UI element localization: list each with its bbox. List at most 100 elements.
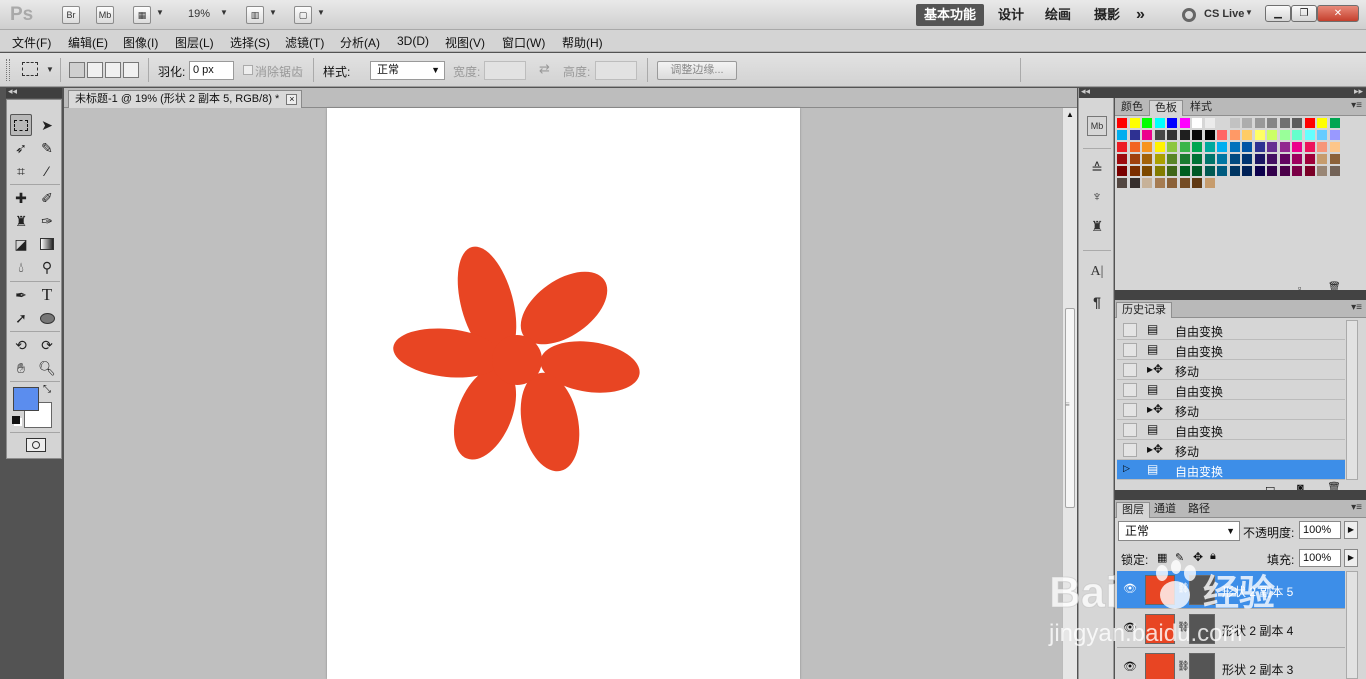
color-swatch[interactable] [1192,178,1203,189]
color-swatch[interactable] [1279,142,1291,153]
collapse-icon[interactable]: ◂◂ [8,86,17,97]
tab-styles[interactable]: 样式 [1185,100,1217,116]
eye-icon[interactable]: 👁︎ [1121,660,1139,674]
add-selection-icon[interactable] [87,62,103,78]
layer-row[interactable]: 👁︎ ⛓ 形状 2 副本 3 [1117,649,1345,679]
history-state[interactable]: ▸✥ 移动 [1117,360,1345,380]
minibridge-button[interactable]: Mb [96,6,114,24]
menu-image[interactable]: 图像(I) [123,34,158,51]
fill-input[interactable]: 100% [1299,549,1341,567]
history-state[interactable]: ▷ ▤ 自由变换 [1117,460,1345,480]
lock-all-icon[interactable]: 🔒︎ [1210,550,1216,563]
history-state[interactable]: ▤ 自由变换 [1117,320,1345,340]
color-swatch[interactable] [1267,118,1278,129]
color-swatch[interactable] [1167,154,1178,165]
color-swatch[interactable] [1179,178,1191,189]
snapshot-source-checkbox[interactable] [1123,383,1137,397]
color-swatch[interactable] [1217,118,1228,129]
chevron-down-icon[interactable]: ▼ [220,8,228,17]
menu-window[interactable]: 窗口(W) [502,34,545,51]
rect-marquee-tool-icon[interactable] [10,114,32,136]
color-swatch[interactable] [1142,118,1153,129]
chevron-right-icon[interactable]: ▶ [1344,549,1358,567]
close-icon[interactable]: × [286,94,298,105]
opacity-input[interactable]: 100% [1299,521,1341,539]
color-swatch[interactable] [1292,118,1303,129]
restore-button[interactable]: ❐ [1291,5,1317,22]
menu-layer[interactable]: 图层(L) [175,34,214,51]
brush-icon[interactable]: ♆ [1087,188,1107,208]
paragraph-icon[interactable]: ¶ [1087,294,1107,314]
clone-stamp-tool-icon[interactable]: ♜ [10,210,32,232]
height-input[interactable] [595,61,637,80]
color-swatch[interactable] [1204,154,1216,165]
zoom-level[interactable]: 19% [188,8,210,20]
new-selection-icon[interactable] [69,62,85,78]
vector-mask-thumbnail[interactable] [1189,614,1215,644]
vector-mask-thumbnail[interactable] [1189,575,1215,605]
color-swatch[interactable] [1317,166,1328,177]
color-swatch[interactable] [1204,130,1216,141]
lock-position-icon[interactable]: ✥ [1193,550,1203,564]
color-swatch[interactable] [1242,166,1253,177]
menu-view[interactable]: 视图(V) [445,34,485,51]
history-state[interactable]: ▸✥ 移动 [1117,400,1345,420]
color-swatch[interactable] [1242,118,1253,129]
foreground-color-swatch[interactable] [13,387,39,411]
dock-header[interactable]: ◂◂ [1079,86,1115,98]
screen-mode-button[interactable]: ▢ [294,6,312,24]
3d-rotate-tool-icon[interactable]: ⟲ [10,334,32,356]
hand-tool-icon[interactable]: ✋︎ [10,357,32,379]
blur-tool-icon[interactable]: 💧︎ [10,256,32,278]
link-icon[interactable]: ⛓ [1177,661,1190,672]
color-swatch[interactable] [1279,166,1291,177]
menu-edit[interactable]: 编辑(E) [68,34,108,51]
menu-analysis[interactable]: 分析(A) [340,34,380,51]
color-swatch[interactable] [1142,166,1153,177]
history-state[interactable]: ▤ 自由变换 [1117,340,1345,360]
clone-source-icon[interactable]: ♜ [1087,218,1107,238]
snapshot-source-checkbox[interactable] [1123,423,1137,437]
color-swatch[interactable] [1167,118,1178,129]
color-swatch[interactable] [1217,130,1228,141]
color-swatch[interactable] [1329,118,1341,129]
history-state[interactable]: ▸✥ 移动 [1117,440,1345,460]
history-state[interactable]: ▤ 自由变换 [1117,420,1345,440]
flower-center[interactable] [492,335,542,385]
view-extras-button[interactable]: ▦ [133,6,151,24]
healing-brush-tool-icon[interactable]: ✚ [10,187,32,209]
snapshot-source-checkbox[interactable]: ▷ [1123,463,1137,477]
tab-paths[interactable]: 路径 [1183,502,1215,518]
width-input[interactable] [484,61,526,80]
eye-icon[interactable]: 👁︎ [1121,582,1139,596]
color-swatch[interactable] [1204,142,1216,153]
color-swatch[interactable] [1254,154,1266,165]
grip-handle[interactable] [6,59,10,81]
panel-menu-icon[interactable]: ▾≡ [1351,100,1362,111]
workspace-essentials[interactable]: 基本功能 [916,4,985,26]
color-swatch[interactable] [1229,154,1241,165]
color-swatch[interactable] [1317,142,1328,153]
color-swatch[interactable] [1204,166,1216,177]
color-swatch[interactable] [1117,154,1128,165]
color-swatch[interactable] [1217,154,1228,165]
color-swatch[interactable] [1254,166,1266,177]
eyedropper-tool-icon[interactable]: ⁄ [36,160,58,182]
color-swatch[interactable] [1317,118,1328,129]
color-swatch[interactable] [1292,142,1303,153]
color-swatch[interactable] [1167,178,1178,189]
cs-live-icon[interactable] [1182,8,1196,22]
color-swatch[interactable] [1204,118,1216,129]
color-swatch[interactable] [1192,154,1203,165]
color-swatch[interactable] [1179,154,1191,165]
color-swatch[interactable] [1267,154,1278,165]
color-swatch[interactable] [1117,166,1128,177]
color-swatch[interactable] [1304,118,1316,129]
color-swatch[interactable] [1229,118,1241,129]
snapshot-source-checkbox[interactable] [1123,343,1137,357]
tab-layers[interactable]: 图层 [1116,502,1150,518]
blend-mode-select[interactable]: 正常 ▼ [1118,521,1240,541]
color-swatch[interactable] [1117,142,1128,153]
color-swatch[interactable] [1229,142,1241,153]
color-swatch[interactable] [1242,130,1253,141]
